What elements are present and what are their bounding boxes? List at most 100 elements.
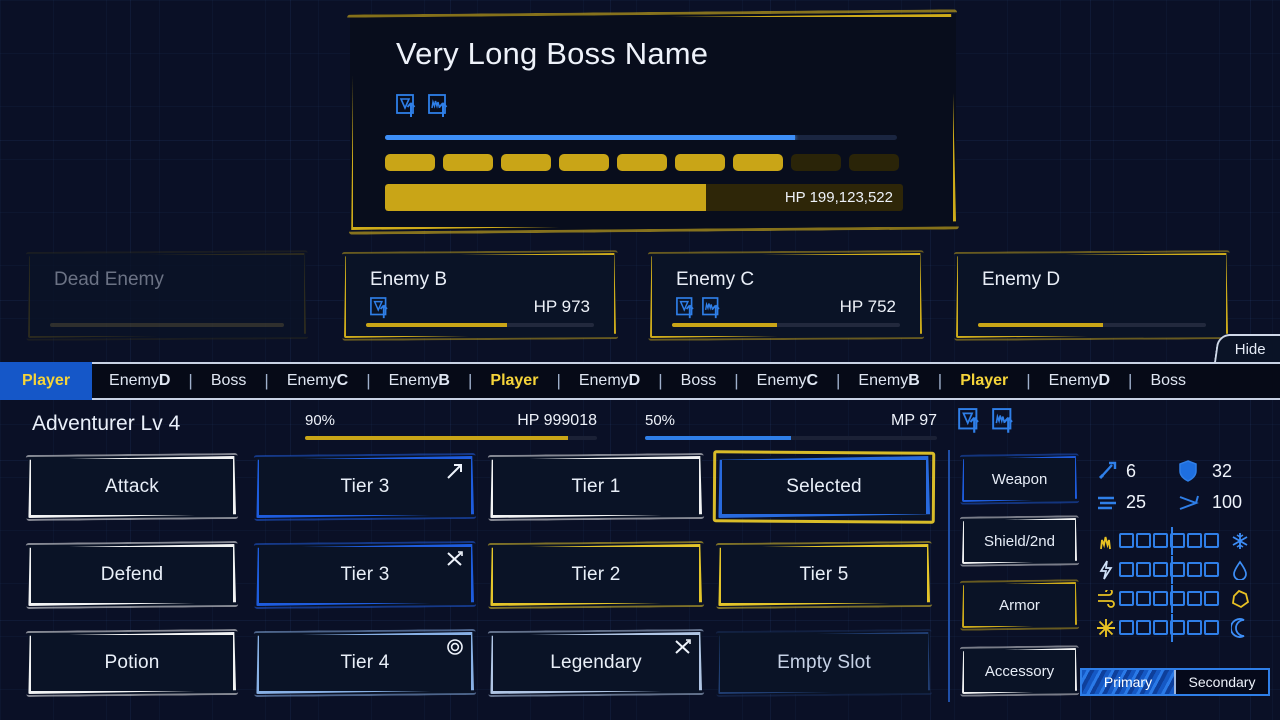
boss-segment — [385, 154, 435, 171]
stat-speed-value: 25 — [1126, 492, 1147, 512]
boss-hp-bar: HP 199,123,522 — [385, 184, 903, 211]
enemy-status-icons — [370, 297, 392, 321]
action-button-tier5[interactable]: Tier 5 — [718, 544, 930, 606]
turn-item-enemy-c[interactable]: Enemy C — [270, 362, 365, 400]
action-button-attack[interactable]: Attack — [28, 456, 236, 518]
player-hp-value: HP 999018 — [517, 412, 597, 429]
enemy-card-3[interactable]: Enemy D — [956, 253, 1228, 338]
boss-hp-fill — [385, 184, 707, 211]
flame-up-icon — [992, 408, 1018, 436]
stat-evade-value: 100 — [1212, 492, 1243, 512]
turn-order-bar[interactable]: Player Enemy D | Boss | Enemy C | Enemy B | Playe… — [0, 362, 1280, 400]
equipment-slot-armor[interactable]: Armor — [962, 582, 1077, 628]
stat-defense-value: 32 — [1212, 460, 1233, 481]
turn-item-suffix: B — [438, 372, 450, 389]
action-button-tier3-a[interactable]: Tier 3 — [256, 456, 474, 518]
equipment-slot-weapon[interactable]: Weapon — [962, 456, 1077, 502]
action-button-defend[interactable]: Defend — [28, 544, 236, 606]
wing-stat-icon — [1178, 493, 1212, 513]
action-label: Defend — [100, 564, 164, 585]
action-label: Selected — [786, 476, 862, 497]
action-button-tier3-b[interactable]: Tier 3 — [256, 544, 474, 606]
action-button-selected[interactable]: Selected — [718, 456, 930, 518]
enemy-card-1[interactable]: Enemy B HP 973 — [344, 253, 616, 338]
shield-up-icon — [370, 297, 392, 321]
turn-item-boss[interactable]: Boss — [664, 362, 734, 400]
turn-item-suffix: C — [336, 372, 349, 389]
action-label: Legendary — [550, 652, 642, 673]
light-icon — [1096, 617, 1116, 639]
action-label: Tier 5 — [799, 564, 849, 585]
action-button-tier4[interactable]: Tier 4 — [256, 632, 474, 694]
enemy-hp-bar — [50, 323, 284, 327]
hide-button[interactable]: Hide — [1214, 334, 1280, 362]
arrow-up-right-icon — [445, 461, 465, 481]
action-label: Tier 1 — [571, 476, 621, 497]
element-row-fire-ice — [1096, 526, 1276, 555]
action-label: Empty Slot — [777, 652, 871, 673]
tab-secondary[interactable]: Secondary — [1174, 670, 1268, 694]
equipment-slot-shield[interactable]: Shield/2nd — [962, 518, 1077, 564]
loadout-tabs[interactable]: Primary Secondary — [1080, 668, 1270, 696]
boss-panel[interactable]: Very Long Boss Name HP 199,123,522 — [350, 14, 956, 230]
turn-item-enemy-d[interactable]: Enemy D — [92, 362, 187, 400]
enemy-name: Enemy B — [370, 269, 448, 290]
shield-up-icon — [958, 408, 984, 436]
turn-item-enemy-b[interactable]: Enemy B — [841, 362, 936, 400]
sword-stat-icon — [1096, 460, 1126, 482]
enemy-card-0[interactable]: Dead Enemy — [28, 253, 306, 338]
tab-primary-label: Primary — [1103, 674, 1153, 690]
turn-item-player[interactable]: Player — [0, 362, 93, 400]
action-button-grid: Attack Defend Potion Tier 3 Tier 3 Tier … — [28, 456, 938, 706]
equipment-label: Weapon — [991, 470, 1048, 488]
action-button-tier2[interactable]: Tier 2 — [490, 544, 702, 606]
turn-item-enemy-d[interactable]: Enemy D — [1032, 362, 1127, 400]
enemy-card-2[interactable]: Enemy C HP 752 — [650, 253, 922, 338]
shield-stat-icon — [1178, 460, 1212, 482]
equipment-slot-accessory[interactable]: Accessory — [962, 648, 1077, 694]
turn-item-suffix: C — [806, 372, 818, 389]
earth-icon — [1230, 588, 1250, 610]
enemy-hp-bar — [672, 323, 900, 327]
shield-up-icon — [676, 297, 698, 321]
enemy-hp-bar — [978, 323, 1206, 327]
shield-up-icon — [396, 94, 420, 120]
action-button-empty-slot[interactable]: Empty Slot — [718, 632, 930, 694]
element-affinity-rows — [1096, 526, 1276, 642]
stat-attack-value: 6 — [1126, 460, 1137, 481]
action-button-tier1[interactable]: Tier 1 — [490, 456, 702, 518]
boss-segment — [849, 154, 899, 171]
action-label: Potion — [104, 652, 160, 673]
boss-segment — [791, 154, 841, 171]
turn-item-enemy-d[interactable]: Enemy D — [562, 362, 657, 400]
player-mp-percent: 50% — [645, 412, 676, 429]
boss-segment — [675, 154, 725, 171]
action-button-potion[interactable]: Potion — [28, 632, 236, 694]
tab-primary[interactable]: Primary — [1082, 670, 1174, 694]
turn-item-player[interactable]: Player — [473, 362, 555, 400]
boss-segment-bar — [385, 154, 899, 171]
dark-icon — [1230, 617, 1250, 639]
enemy-hp-label: HP 752 — [839, 297, 896, 316]
action-label: Tier 3 — [340, 476, 390, 497]
player-stats-row: Adventurer Lv 4 90% HP 999018 50% MP 97 — [0, 402, 1280, 448]
turn-item-enemy-b[interactable]: Enemy B — [372, 362, 467, 400]
player-name-level: Adventurer Lv 4 — [32, 412, 181, 435]
water-icon — [1230, 559, 1250, 581]
turn-item-boss[interactable]: Boss — [1133, 362, 1203, 400]
turn-item-boss[interactable]: Boss — [194, 362, 264, 400]
boss-mp-fill — [385, 135, 795, 140]
player-status-icons — [958, 408, 1018, 436]
enemy-hp-label: HP 973 — [533, 297, 590, 316]
turn-item-player[interactable]: Player — [943, 362, 1025, 400]
equipment-label: Shield/2nd — [984, 532, 1055, 550]
action-label: Tier 4 — [340, 652, 390, 673]
turn-item-enemy-c[interactable]: Enemy C — [740, 362, 835, 400]
equipment-panel: Weapon Shield/2nd Armor Accessory — [948, 450, 1080, 706]
element-bar-light-dark — [1119, 613, 1227, 642]
action-button-legendary[interactable]: Legendary — [490, 632, 702, 694]
boss-segment — [733, 154, 783, 171]
crossed-swords-icon — [445, 549, 465, 569]
ice-icon — [1230, 530, 1250, 552]
equipment-label: Accessory — [984, 662, 1055, 680]
